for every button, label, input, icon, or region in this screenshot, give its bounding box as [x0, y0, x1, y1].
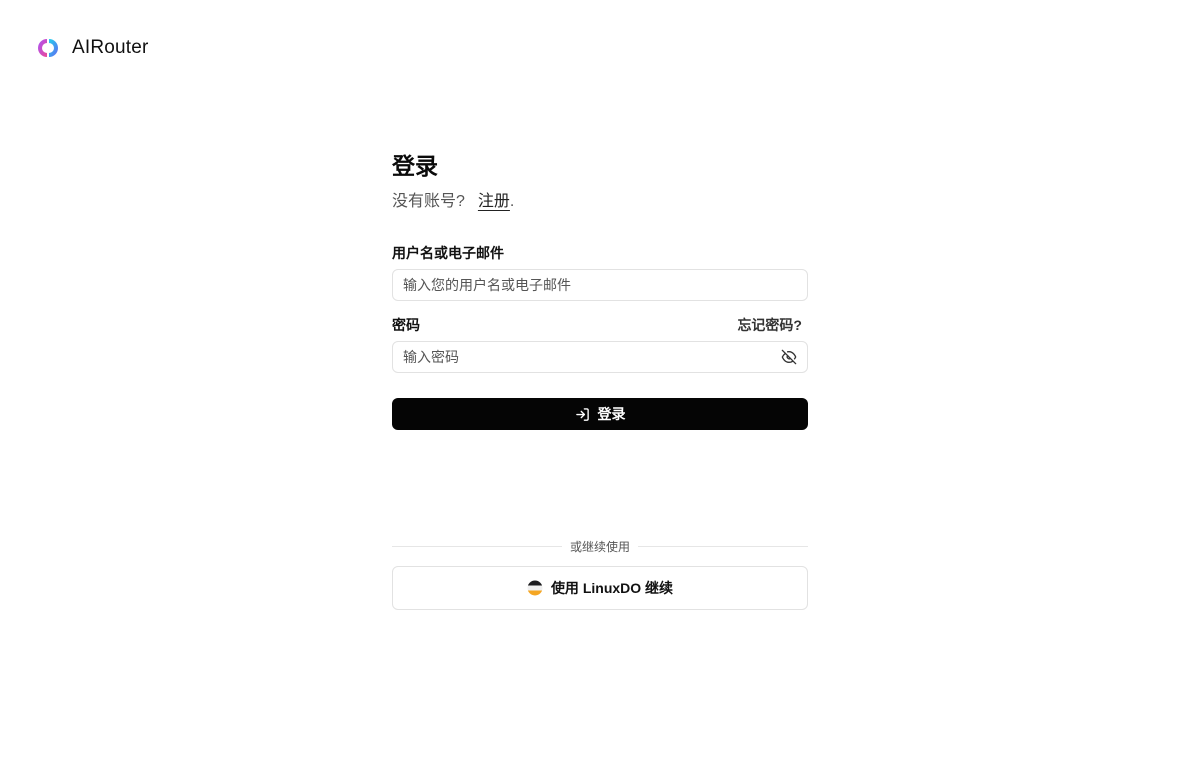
page-title: 登录	[392, 153, 438, 179]
divider-line-left	[392, 545, 562, 547]
login-button-label: 登录	[597, 406, 626, 422]
username-label-row: 用户名或电子邮件	[392, 243, 808, 263]
airouter-logo-icon	[38, 39, 58, 57]
linuxdo-logo-icon	[527, 580, 543, 596]
login-page: AIRouter 登录 没有账号? 注册 . 用户名或电子邮件 输入您的用户名或…	[0, 0, 1200, 760]
login-form: 登录 没有账号? 注册 . 用户名或电子邮件 输入您的用户名或电子邮件 密码 忘…	[392, 150, 808, 430]
username-placeholder: 输入您的用户名或电子邮件	[403, 277, 571, 293]
register-prompt: 没有账号? 注册 .	[392, 190, 808, 214]
login-button[interactable]: 登录	[392, 398, 808, 430]
password-label: 密码	[392, 317, 420, 333]
brand[interactable]: AIRouter	[38, 37, 149, 59]
username-input[interactable]: 输入您的用户名或电子邮件	[392, 269, 808, 301]
brand-name: AIRouter	[72, 37, 149, 58]
oauth-divider: 或继续使用	[392, 537, 809, 555]
password-label-row: 密码 忘记密码?	[392, 315, 808, 335]
forgot-password-link[interactable]: 忘记密码?	[737, 315, 802, 335]
linuxdo-login-button[interactable]: 使用 LinuxDO 继续	[392, 566, 808, 610]
divider-text: 或继续使用	[570, 539, 631, 554]
log-in-icon	[575, 407, 589, 421]
no-account-text: 没有账号?	[392, 193, 465, 210]
register-suffix: .	[509, 193, 515, 210]
eye-off-icon[interactable]	[781, 349, 797, 365]
linuxdo-button-label: 使用 LinuxDO 继续	[550, 580, 674, 596]
divider-line-right	[638, 545, 809, 547]
register-link[interactable]: 注册	[478, 190, 510, 214]
username-label: 用户名或电子邮件	[392, 245, 504, 261]
password-input[interactable]: 输入密码	[392, 341, 808, 373]
password-placeholder: 输入密码	[403, 349, 459, 365]
